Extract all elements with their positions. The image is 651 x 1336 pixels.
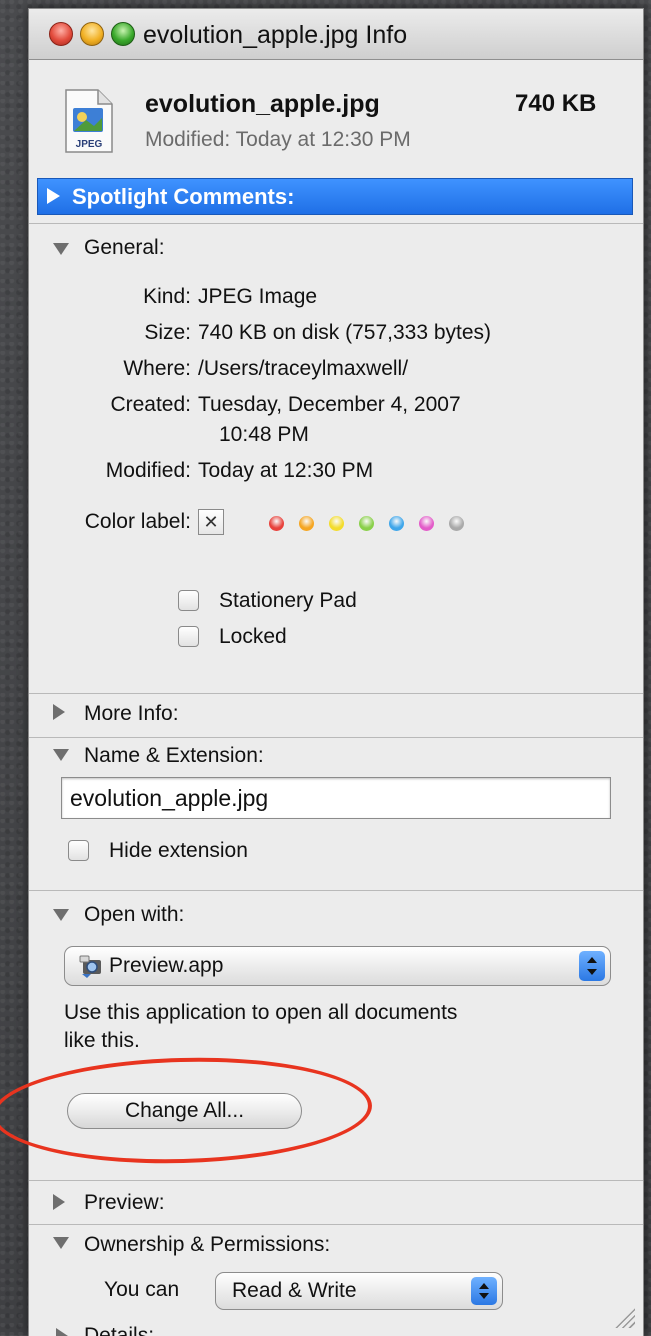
- minimize-button[interactable]: [80, 22, 104, 46]
- color-label: Color label:: [84, 510, 191, 533]
- popup-arrows-icon: [579, 951, 605, 981]
- disclosure-right-icon[interactable]: [53, 1194, 65, 1210]
- popup-arrows-icon: [471, 1277, 497, 1305]
- disclosure-down-icon[interactable]: [53, 1237, 69, 1249]
- zoom-button[interactable]: [111, 22, 135, 46]
- kind-label: Kind:: [143, 285, 191, 308]
- disclosure-down-icon[interactable]: [53, 243, 69, 255]
- where-label: Where:: [123, 357, 191, 380]
- open-with-popup[interactable]: Preview.app: [64, 946, 611, 986]
- permission-popup[interactable]: Read & Write: [215, 1272, 503, 1310]
- file-modified: Modified: Today at 12:30 PM: [145, 128, 411, 151]
- window-title: evolution_apple.jpg Info: [143, 21, 408, 49]
- permission-value: Read & Write: [232, 1279, 357, 1302]
- open-with-description-cont: like this.: [64, 1029, 140, 1052]
- resize-grip-icon[interactable]: [613, 1306, 635, 1328]
- color-label-blue-swatch[interactable]: [389, 516, 404, 531]
- stationery-pad-checkbox[interactable]: [178, 590, 199, 611]
- preview-label[interactable]: Preview:: [84, 1191, 165, 1215]
- you-can-label: You can: [104, 1278, 180, 1301]
- color-label-none-button[interactable]: ✕: [198, 509, 224, 535]
- modified-value: Today at 12:30 PM: [198, 459, 374, 482]
- file-name-field[interactable]: [61, 777, 611, 819]
- created-value: Tuesday, December 4, 2007: [198, 393, 461, 416]
- color-label-red-swatch[interactable]: [269, 516, 284, 531]
- svg-text:JPEG: JPEG: [76, 139, 103, 150]
- kind-value: JPEG Image: [198, 285, 318, 308]
- locked-checkbox[interactable]: [178, 626, 199, 647]
- disclosure-right-icon[interactable]: [53, 704, 65, 720]
- spotlight-comments-header[interactable]: Spotlight Comments:: [37, 178, 633, 215]
- disclosure-down-icon[interactable]: [53, 749, 69, 761]
- spotlight-comments-label: Spotlight Comments:: [72, 184, 295, 209]
- color-label-gray-swatch[interactable]: [449, 516, 464, 531]
- general-label[interactable]: General:: [84, 236, 165, 260]
- open-with-label[interactable]: Open with:: [84, 903, 184, 927]
- created-label: Created:: [110, 393, 191, 416]
- where-value: /Users/traceylmaxwell/: [198, 357, 409, 380]
- name-extension-label[interactable]: Name & Extension:: [84, 744, 264, 768]
- open-with-app-value: Preview.app: [109, 954, 224, 977]
- preview-app-icon: [79, 953, 105, 979]
- jpeg-file-icon: JPEG: [64, 88, 114, 154]
- locked-label: Locked: [219, 625, 287, 648]
- color-label-green-swatch[interactable]: [359, 516, 374, 531]
- close-button[interactable]: [49, 22, 73, 46]
- preview-section: Preview:: [29, 1180, 643, 1225]
- modified-label: Modified:: [105, 459, 191, 482]
- file-name: evolution_apple.jpg: [145, 90, 380, 118]
- color-label-purple-swatch[interactable]: [419, 516, 434, 531]
- hide-extension-checkbox[interactable]: [68, 840, 89, 861]
- more-info-section: More Info:: [29, 693, 643, 738]
- color-label-yellow-swatch[interactable]: [329, 516, 344, 531]
- file-size: 740 KB: [515, 90, 597, 117]
- ownership-label[interactable]: Ownership & Permissions:: [84, 1233, 330, 1257]
- file-name-input[interactable]: [68, 778, 592, 818]
- file-header: JPEG evolution_apple.jpg 740 KB Modified…: [29, 60, 643, 184]
- size-value: 740 KB on disk (757,333 bytes): [198, 321, 492, 344]
- size-label: Size:: [144, 321, 191, 344]
- title-bar[interactable]: evolution_apple.jpg Info: [29, 9, 643, 60]
- hide-extension-label: Hide extension: [109, 839, 248, 862]
- details-label[interactable]: Details:: [84, 1324, 154, 1336]
- disclosure-down-icon[interactable]: [53, 909, 69, 921]
- disclosure-right-icon: [47, 188, 60, 204]
- color-label-orange-swatch[interactable]: [299, 516, 314, 531]
- open-with-description: Use this application to open all documen…: [64, 1001, 458, 1024]
- more-info-label[interactable]: More Info:: [84, 702, 179, 726]
- created-time-value: 10:48 PM: [219, 423, 309, 446]
- stationery-pad-label: Stationery Pad: [219, 589, 357, 612]
